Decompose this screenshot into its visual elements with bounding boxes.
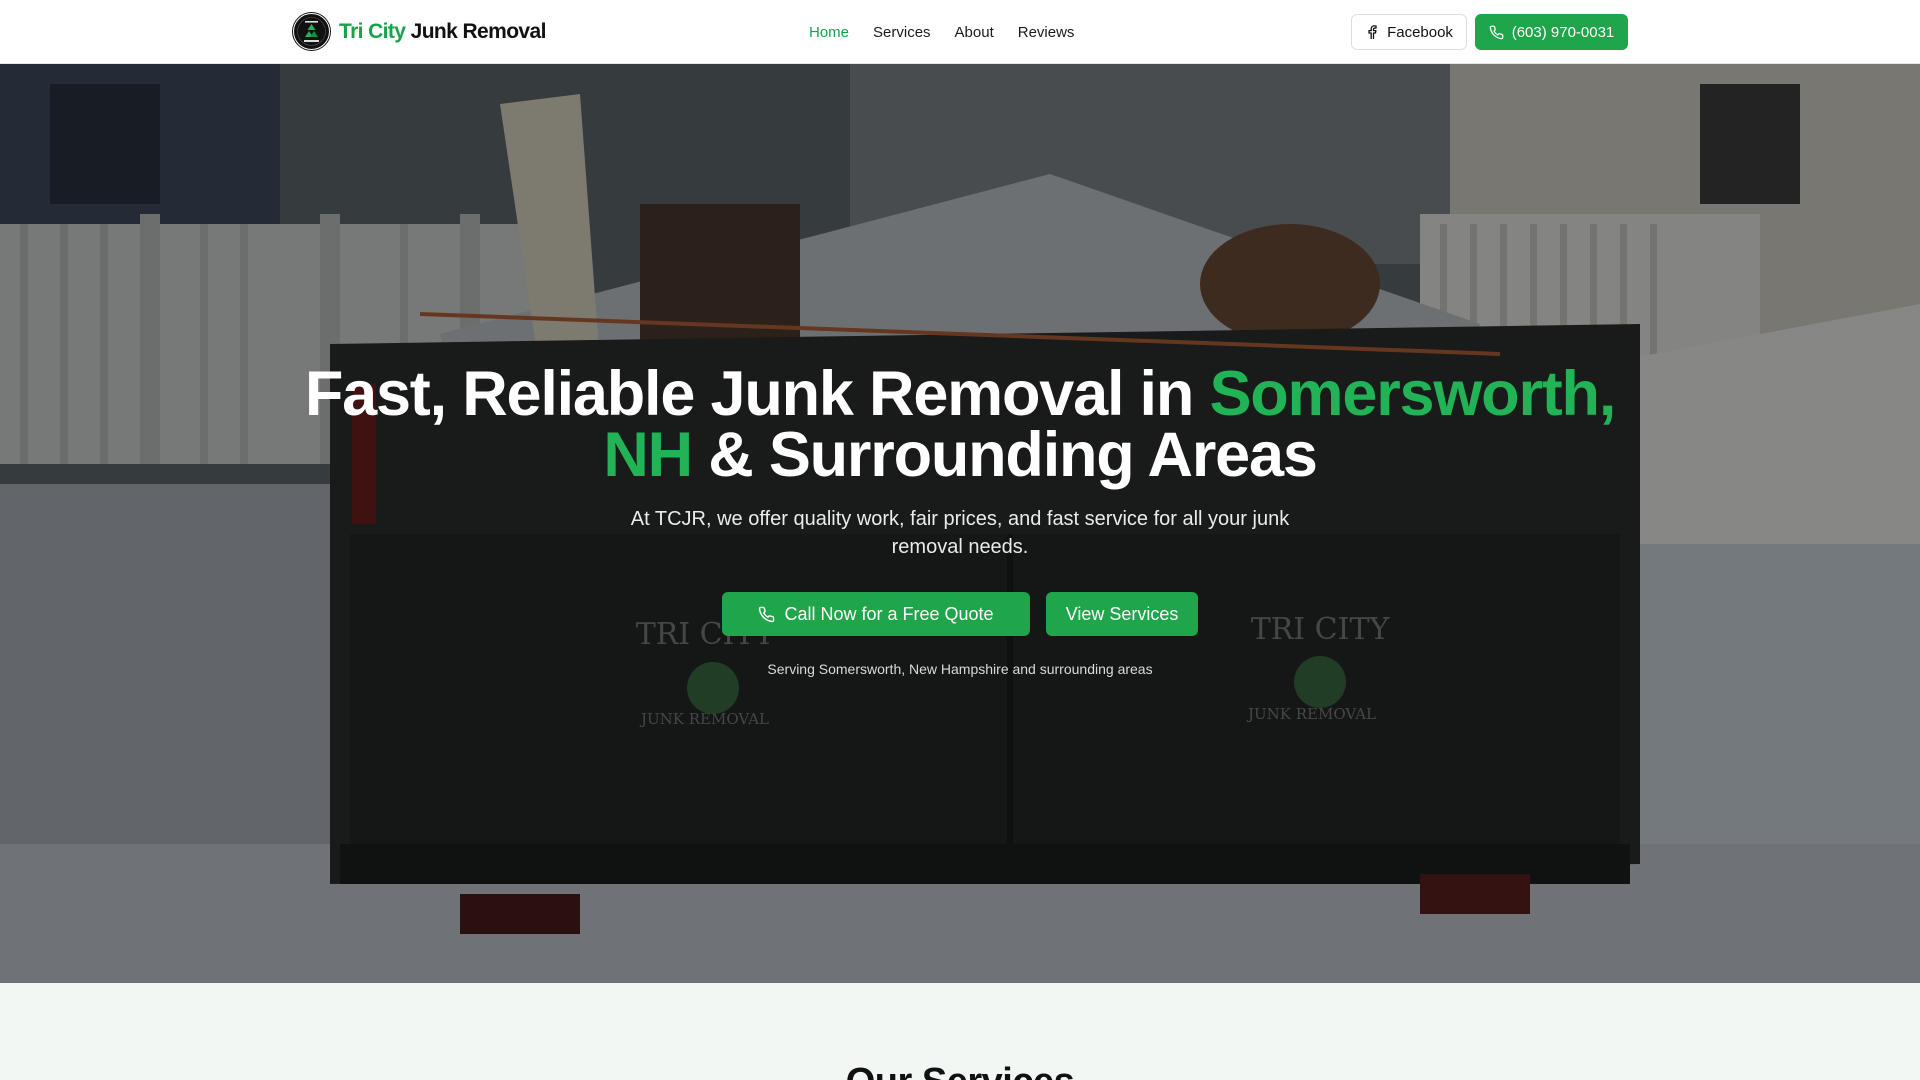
nav-reviews[interactable]: Reviews xyxy=(1018,24,1075,41)
hero-title-part2: & Surrounding Areas xyxy=(691,420,1318,490)
hero-content: Fast, Reliable Junk Removal in Somerswor… xyxy=(0,64,1920,983)
logo-text: Tri City Junk Removal xyxy=(339,20,546,44)
view-services-button[interactable]: View Services xyxy=(1046,592,1198,636)
hero-cta-row: Call Now for a Free Quote View Services xyxy=(0,592,1920,636)
services-section: Our Services xyxy=(0,983,1920,1080)
hero-title: Fast, Reliable Junk Removal in Somerswor… xyxy=(260,363,1660,487)
phone-button[interactable]: (603) 970-0031 xyxy=(1475,14,1628,50)
call-now-label: Call Now for a Free Quote xyxy=(784,603,994,624)
services-title: Our Services xyxy=(0,1061,1920,1080)
phone-label: (603) 970-0031 xyxy=(1511,23,1615,41)
facebook-icon xyxy=(1368,25,1377,39)
phone-icon xyxy=(759,606,775,622)
nav-about[interactable]: About xyxy=(955,24,994,41)
recycle-logo-icon xyxy=(292,12,331,51)
logo-text-rest: Junk Removal xyxy=(405,19,547,43)
hero-section: TRI CITY JUNK REMOVAL TRI CITY JUNK REMO… xyxy=(0,64,1920,983)
site-header: Tri City Junk Removal Home Services Abou… xyxy=(0,0,1920,64)
hero-subtitle: At TCJR, we offer quality work, fair pri… xyxy=(630,508,1290,558)
logo-link[interactable]: Tri City Junk Removal xyxy=(292,12,546,51)
nav-home[interactable]: Home xyxy=(809,24,849,41)
facebook-label: Facebook xyxy=(1387,23,1453,41)
nav-services[interactable]: Services xyxy=(873,24,931,41)
hero-title-part1: Fast, Reliable Junk Removal in xyxy=(304,359,1210,429)
hero-title-highlight1: Somersworth, xyxy=(1209,359,1616,429)
hero-title-highlight2: NH xyxy=(603,420,693,490)
main-nav: Home Services About Reviews xyxy=(809,0,1074,64)
service-area-note: Serving Somersworth, New Hampshire and s… xyxy=(767,661,1153,677)
phone-icon xyxy=(1489,25,1504,39)
call-now-button[interactable]: Call Now for a Free Quote xyxy=(722,592,1030,636)
facebook-button[interactable]: Facebook xyxy=(1351,14,1467,50)
logo-text-accent: Tri City xyxy=(339,19,406,43)
